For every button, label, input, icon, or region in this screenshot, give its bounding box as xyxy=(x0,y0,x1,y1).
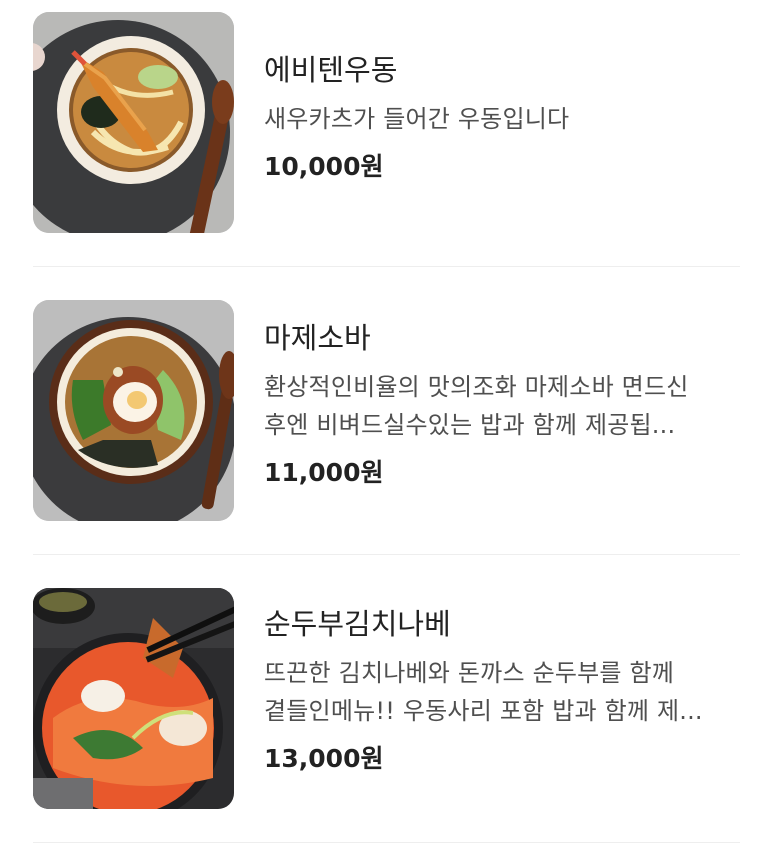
menu-item-name: 마제소바 xyxy=(264,321,371,355)
udon-photo xyxy=(33,12,234,233)
menu-item-image xyxy=(33,300,234,521)
menu-item-image xyxy=(33,588,234,809)
divider xyxy=(33,554,740,555)
menu-item-description: 뜨끈한 김치나베와 돈까스 순두부를 함께 곁들인메뉴!! 우동사리 포함 밥과… xyxy=(264,654,749,730)
menu-item-mazesoba[interactable]: 마제소바 환상적인비율의 맛의조화 마제소바 면드신 후엔 비벼드실수있는 밥과… xyxy=(0,288,773,576)
menu-item-info: 에비텐우동 새우카츠가 들어간 우동입니다 10,000원 xyxy=(264,50,749,184)
menu-item-image xyxy=(33,12,234,233)
menu-item-info: 마제소바 환상적인비율의 맛의조화 마제소바 면드신 후엔 비벼드실수있는 밥과… xyxy=(264,318,749,490)
menu-item-description: 환상적인비율의 맛의조화 마제소바 면드신 후엔 비벼드실수있는 밥과 함께 제… xyxy=(264,368,749,444)
menu-item-price: 10,000원 xyxy=(264,152,384,181)
menu-item-info: 순두부김치나베 뜨끈한 김치나베와 돈까스 순두부를 함께 곁들인메뉴!! 우동… xyxy=(264,604,749,776)
divider xyxy=(33,842,740,843)
menu-item-price: 13,000원 xyxy=(264,744,384,773)
description-line: 곁들인메뉴!! 우동사리 포함 밥과 함께 제... xyxy=(264,697,703,725)
menu-item-name: 순두부김치나베 xyxy=(264,607,451,641)
description-line: 뜨끈한 김치나베와 돈까스 순두부를 함께 xyxy=(264,659,675,687)
description-line: 새우카츠가 들어간 우동입니다 xyxy=(264,105,570,133)
divider xyxy=(33,266,740,267)
menu-item-name: 에비텐우동 xyxy=(264,53,398,87)
description-line: 환상적인비율의 맛의조화 마제소바 면드신 xyxy=(264,373,689,401)
menu-item-sundubu-kimchi-nabe[interactable]: 순두부김치나베 뜨끈한 김치나베와 돈까스 순두부를 함께 곁들인메뉴!! 우동… xyxy=(0,576,773,864)
description-line: 후엔 비벼드실수있는 밥과 함께 제공됩... xyxy=(264,411,676,439)
menu-item-description: 새우카츠가 들어간 우동입니다 xyxy=(264,100,749,138)
mazesoba-photo xyxy=(33,300,234,521)
menu-list: 에비텐우동 새우카츠가 들어간 우동입니다 10,000원 마제소바 환상적인비… xyxy=(0,0,773,844)
menu-item-ebiten-udon[interactable]: 에비텐우동 새우카츠가 들어간 우동입니다 10,000원 xyxy=(0,0,773,288)
menu-item-price: 11,000원 xyxy=(264,458,384,487)
nabe-photo xyxy=(33,588,234,809)
